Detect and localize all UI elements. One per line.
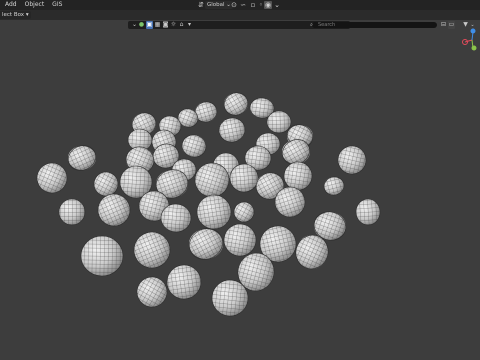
chevron-down-icon[interactable]: ⌄ <box>273 1 281 9</box>
falloff-icon[interactable]: ◉ <box>264 1 272 9</box>
blob-wireframe <box>355 198 381 226</box>
wireframe-blob[interactable] <box>132 272 173 313</box>
wireframe-blob[interactable] <box>80 235 124 277</box>
blob-wireframe <box>337 145 367 175</box>
wireframe-blob[interactable] <box>129 227 176 274</box>
blob-wireframe <box>166 264 202 300</box>
wireframe-blob[interactable] <box>322 175 346 197</box>
blob-wireframe <box>223 223 257 257</box>
blob-wireframe <box>68 145 96 171</box>
blob-wireframe <box>223 92 249 116</box>
wireframe-blob[interactable] <box>220 88 252 119</box>
transform-orientation-label: Global <box>207 2 225 8</box>
wireframe-blob[interactable] <box>64 141 99 174</box>
wireframe-blob[interactable] <box>335 143 369 177</box>
wireframe-blob[interactable] <box>230 198 257 225</box>
menu-add[interactable]: Add <box>1 0 21 10</box>
blob-wireframe <box>323 176 345 196</box>
wireframe-blob[interactable] <box>221 221 258 258</box>
wireframe-blob[interactable] <box>179 132 208 160</box>
blob-wireframe <box>133 231 171 269</box>
wireframe-blob[interactable] <box>217 116 247 145</box>
wireframe-blob[interactable] <box>195 193 234 232</box>
blob-wireframe <box>218 117 246 143</box>
blob-wireframe <box>189 228 223 260</box>
transform-orientation-dropdown[interactable]: Global ⌄ <box>205 1 233 9</box>
blob-wireframe <box>80 235 124 277</box>
snap-icon[interactable]: ∽ <box>239 1 247 9</box>
wireframe-blob[interactable] <box>184 223 228 265</box>
3d-viewport[interactable] <box>0 20 480 360</box>
wireframe-blob[interactable] <box>165 263 203 301</box>
wireframe-blob[interactable] <box>355 198 381 226</box>
wireframe-blob[interactable] <box>32 158 71 197</box>
snap-target-icon[interactable]: ▫ <box>249 1 257 9</box>
blob-wireframe <box>233 201 255 223</box>
blob-wireframe <box>136 276 168 308</box>
select-box-dropdown[interactable]: lect Box ▾ <box>0 11 31 19</box>
tool-settings-bar: lect Box ▾ ⌄ ● ▣ ▦ ◙ ☼ ⌂ ▾ Search ⌕ ⊟ ▭ … <box>0 10 480 29</box>
blob-wireframe <box>36 162 68 194</box>
blob-wireframe <box>181 134 207 158</box>
wireframe-blob[interactable] <box>58 198 86 226</box>
menu-object[interactable]: Object <box>21 0 49 10</box>
mesh-objects <box>32 88 381 317</box>
menu-gis[interactable]: GIS <box>48 0 66 10</box>
orientation-icon[interactable]: ⇵ <box>197 1 205 9</box>
pivot-icon[interactable]: ⊙ <box>230 1 238 9</box>
blob-wireframe <box>196 194 232 230</box>
viewport-header: Add Object GIS ⇵ Global ⌄ ⊙ ∽ ▫ ◦ ◉ ⌄ <box>0 0 480 10</box>
blob-wireframe <box>58 198 86 226</box>
